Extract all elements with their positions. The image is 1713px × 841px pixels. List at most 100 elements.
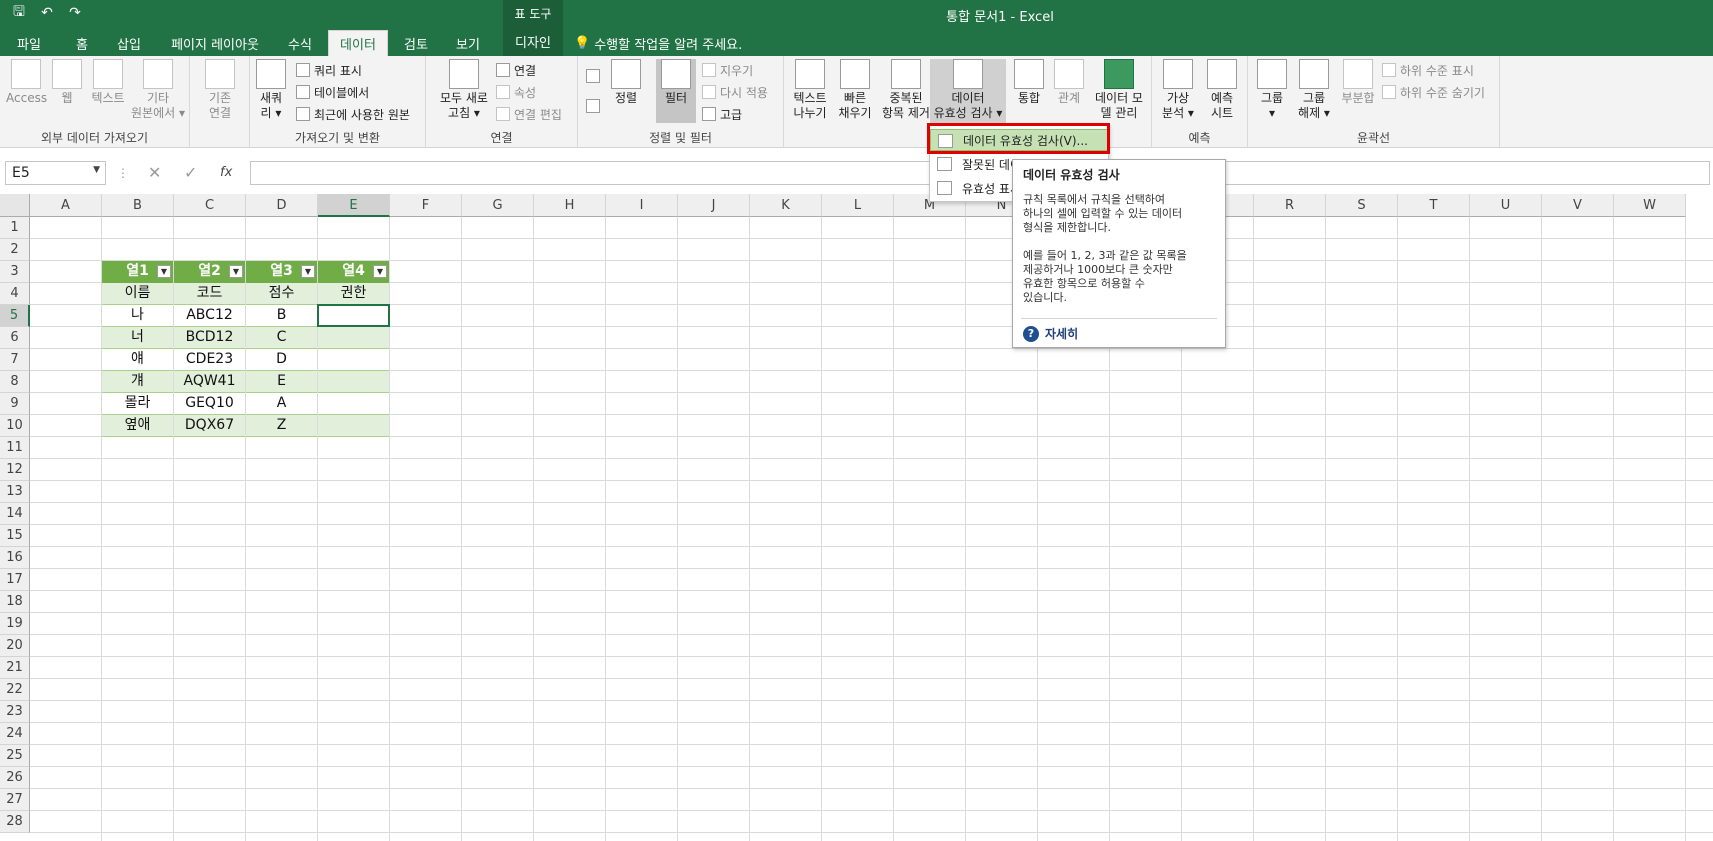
column-header-l[interactable]: L bbox=[822, 194, 894, 217]
data-validation-button[interactable]: 데이터 유효성 검사 ▾ bbox=[930, 59, 1006, 123]
filter-dropdown-icon[interactable]: ▼ bbox=[229, 265, 243, 278]
table-cell[interactable]: ABC12 bbox=[174, 305, 245, 327]
column-header-u[interactable]: U bbox=[1470, 194, 1542, 217]
text-to-columns-button[interactable]: 텍스트 나누기 bbox=[788, 59, 832, 121]
flash-fill-button[interactable]: 빠른 채우기 bbox=[834, 59, 876, 121]
tab-page-layout[interactable]: 페이지 레이아웃 bbox=[160, 30, 270, 56]
table-cell[interactable] bbox=[318, 327, 389, 349]
tab-design[interactable]: 디자인 bbox=[503, 27, 563, 56]
row-header-11[interactable]: 11 bbox=[0, 437, 30, 459]
row-header-9[interactable]: 9 bbox=[0, 393, 30, 415]
table-cell[interactable]: E bbox=[246, 371, 317, 393]
row-header-24[interactable]: 24 bbox=[0, 723, 30, 745]
table-cell[interactable]: 이름 bbox=[102, 283, 173, 305]
web-button[interactable]: 웹 bbox=[52, 59, 82, 106]
table-cell[interactable] bbox=[318, 349, 389, 371]
table-cell[interactable] bbox=[318, 415, 389, 437]
table-cell[interactable]: 점수 bbox=[246, 283, 317, 305]
recent-sources-button[interactable]: 최근에 사용한 원본 bbox=[296, 104, 410, 124]
table-cell[interactable]: 얘 bbox=[102, 349, 173, 371]
row-header-8[interactable]: 8 bbox=[0, 371, 30, 393]
reapply-button[interactable]: 다시 적용 bbox=[702, 82, 768, 102]
show-detail-button[interactable]: 하위 수준 표시 bbox=[1382, 60, 1474, 80]
row-header-26[interactable]: 26 bbox=[0, 767, 30, 789]
insert-function-icon[interactable]: fx bbox=[220, 165, 232, 180]
row-header-12[interactable]: 12 bbox=[0, 459, 30, 481]
row-header-2[interactable]: 2 bbox=[0, 239, 30, 261]
table-cell[interactable]: C bbox=[246, 327, 317, 349]
access-button[interactable]: Access bbox=[6, 59, 47, 106]
tab-file[interactable]: 파일 bbox=[6, 30, 52, 56]
subtotal-button[interactable]: 부분합 bbox=[1338, 59, 1378, 106]
filter-button[interactable]: 필터 bbox=[656, 59, 696, 123]
cancel-icon[interactable]: ✕ bbox=[148, 163, 161, 182]
row-header-15[interactable]: 15 bbox=[0, 525, 30, 547]
refresh-all-button[interactable]: 모두 새로 고침 ▾ bbox=[436, 59, 492, 121]
sort-button[interactable]: 정렬 bbox=[608, 59, 644, 106]
tab-view[interactable]: 보기 bbox=[448, 30, 488, 56]
text-button[interactable]: 텍스트 bbox=[88, 59, 128, 106]
table-cell[interactable]: 권한 bbox=[318, 283, 389, 305]
undo-icon[interactable]: ↶ bbox=[36, 2, 58, 24]
table-header-cell[interactable]: 열1 ▼ bbox=[102, 261, 173, 283]
tab-formulas[interactable]: 수식 bbox=[280, 30, 320, 56]
row-header-14[interactable]: 14 bbox=[0, 503, 30, 525]
advanced-button[interactable]: 고급 bbox=[702, 104, 742, 124]
row-header-19[interactable]: 19 bbox=[0, 613, 30, 635]
table-cell[interactable]: D bbox=[246, 349, 317, 371]
row-header-20[interactable]: 20 bbox=[0, 635, 30, 657]
column-header-w[interactable]: W bbox=[1614, 194, 1686, 217]
table-header-cell[interactable]: 열4 ▼ bbox=[318, 261, 389, 283]
row-header-7[interactable]: 7 bbox=[0, 349, 30, 371]
redo-icon[interactable]: ↷ bbox=[64, 2, 86, 24]
table-cell[interactable] bbox=[318, 371, 389, 393]
table-cell[interactable]: CDE23 bbox=[174, 349, 245, 371]
row-header-16[interactable]: 16 bbox=[0, 547, 30, 569]
column-header-t[interactable]: T bbox=[1398, 194, 1470, 217]
column-header-b[interactable]: B bbox=[102, 194, 174, 217]
column-header-r[interactable]: R bbox=[1254, 194, 1326, 217]
column-header-s[interactable]: S bbox=[1326, 194, 1398, 217]
column-header-h[interactable]: H bbox=[534, 194, 606, 217]
remove-duplicates-button[interactable]: 중복된 항목 제거 bbox=[878, 59, 934, 121]
properties-button[interactable]: 속성 bbox=[496, 82, 536, 102]
row-header-5[interactable]: 5 bbox=[0, 305, 30, 327]
tell-me-more-link[interactable]: ? 자세히 bbox=[1023, 325, 1078, 342]
row-header-10[interactable]: 10 bbox=[0, 415, 30, 437]
row-header-23[interactable]: 23 bbox=[0, 701, 30, 723]
row-header-25[interactable]: 25 bbox=[0, 745, 30, 767]
column-header-d[interactable]: D bbox=[246, 194, 318, 217]
table-cell[interactable]: BCD12 bbox=[174, 327, 245, 349]
existing-connections-button[interactable]: 기존 연결 bbox=[204, 59, 236, 121]
column-header-i[interactable]: I bbox=[606, 194, 678, 217]
table-header-cell[interactable]: 열3 ▼ bbox=[246, 261, 317, 283]
other-sources-button[interactable]: 기타 원본에서 ▾ bbox=[130, 59, 186, 121]
filter-dropdown-icon[interactable]: ▼ bbox=[157, 265, 171, 278]
clear-button[interactable]: 지우기 bbox=[702, 60, 753, 80]
row-header-1[interactable]: 1 bbox=[0, 217, 30, 239]
connections-button[interactable]: 연결 bbox=[496, 60, 536, 80]
table-cell[interactable]: 너 bbox=[102, 327, 173, 349]
table-cell[interactable]: 코드 bbox=[174, 283, 245, 305]
table-cell[interactable]: A bbox=[246, 393, 317, 415]
row-header-27[interactable]: 27 bbox=[0, 789, 30, 811]
column-header-k[interactable]: K bbox=[750, 194, 822, 217]
table-cell[interactable]: 걔 bbox=[102, 371, 173, 393]
row-header-21[interactable]: 21 bbox=[0, 657, 30, 679]
row-header-4[interactable]: 4 bbox=[0, 283, 30, 305]
table-cell[interactable]: B bbox=[246, 305, 317, 327]
table-cell[interactable]: Z bbox=[246, 415, 317, 437]
sort-asc-button[interactable] bbox=[586, 66, 600, 86]
forecast-sheet-button[interactable]: 예측 시트 bbox=[1202, 59, 1242, 121]
consolidate-button[interactable]: 통합 bbox=[1012, 59, 1046, 106]
edit-links-button[interactable]: 연결 편집 bbox=[496, 104, 562, 124]
select-all-corner[interactable] bbox=[0, 194, 30, 217]
column-header-e[interactable]: E bbox=[318, 194, 390, 217]
table-cell[interactable]: 나 bbox=[102, 305, 173, 327]
table-cell[interactable] bbox=[318, 393, 389, 415]
table-header-cell[interactable]: 열2 ▼ bbox=[174, 261, 245, 283]
row-header-17[interactable]: 17 bbox=[0, 569, 30, 591]
enter-icon[interactable]: ✓ bbox=[184, 163, 197, 182]
column-header-g[interactable]: G bbox=[462, 194, 534, 217]
table-cell[interactable]: GEQ10 bbox=[174, 393, 245, 415]
